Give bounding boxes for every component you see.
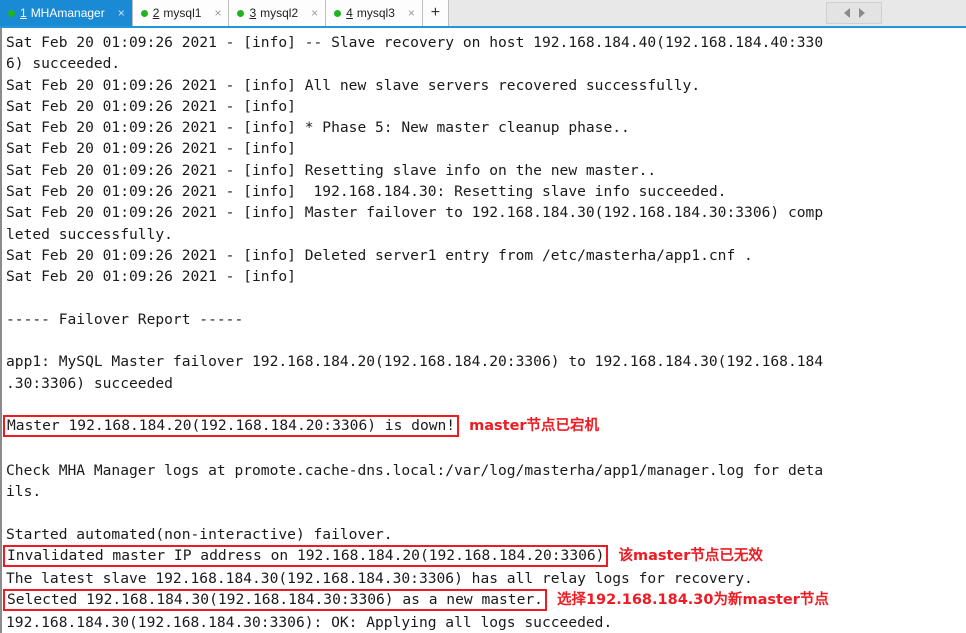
tab-bar: 1 MHAmanager × 2 mysql1 × 3 mysql2 × 4 mysql3 × + xyxy=(0,0,966,28)
tab-nav-next-icon[interactable] xyxy=(858,8,865,18)
tab-index: 1 xyxy=(20,6,27,20)
terminal-line: Check MHA Manager logs at promote.cache-… xyxy=(6,461,824,479)
tab-bar-filler xyxy=(448,0,966,26)
terminal-line: 192.168.184.30(192.168.184.30:3306): OK:… xyxy=(6,614,613,632)
tab-close-icon[interactable]: × xyxy=(211,7,224,19)
terminal-line: The latest slave 192.168.184.30(192.168.… xyxy=(6,569,753,587)
terminal-line: Sat Feb 20 01:09:26 2021 - [info] Resett… xyxy=(6,161,657,179)
tab-nav-buttons[interactable] xyxy=(826,2,882,24)
terminal-line: Sat Feb 20 01:09:26 2021 - [info] All ne… xyxy=(6,76,701,94)
terminal-line: Sat Feb 20 01:09:26 2021 - [info] -- Sla… xyxy=(6,34,824,51)
tab-label: mysql3 xyxy=(356,6,395,20)
terminal-line: ils. xyxy=(6,482,42,500)
annotation-label: 选择192.168.184.30为新master节点 xyxy=(556,592,829,609)
terminal-line: Sat Feb 20 01:09:26 2021 - [info] Master… xyxy=(6,204,824,222)
terminal-highlighted-line: Invalidated master IP address on 192.168… xyxy=(3,544,609,567)
tab-mysql1[interactable]: 2 mysql1 × xyxy=(132,0,230,26)
tab-label: mysql1 xyxy=(163,6,202,20)
tab-close-icon[interactable]: × xyxy=(308,7,321,19)
terminal-line: Sat Feb 20 01:09:26 2021 - [info] 192.16… xyxy=(6,183,727,201)
terminal-line: Sat Feb 20 01:09:26 2021 - [info] xyxy=(6,268,296,286)
terminal-highlight-row: Selected 192.168.184.30(192.168.184.30:3… xyxy=(3,589,966,612)
tabs-container: 1 MHAmanager × 2 mysql1 × 3 mysql2 × 4 mysql3 × xyxy=(0,0,423,26)
tab-mhamanager[interactable]: 1 MHAmanager × xyxy=(0,0,133,26)
tab-mysql3[interactable]: 4 mysql3 × xyxy=(326,0,423,26)
tab-status-dot-icon xyxy=(237,9,245,17)
terminal-line: ----- Failover Report ----- xyxy=(6,310,244,328)
new-tab-plus-icon: + xyxy=(430,4,441,21)
terminal-output[interactable]: Sat Feb 20 01:09:26 2021 - [info] -- Sla… xyxy=(0,28,966,633)
terminal-line: leted successfully. xyxy=(6,225,173,243)
new-tab-button[interactable]: + xyxy=(422,0,449,26)
tab-index: 2 xyxy=(152,6,160,20)
tab-close-icon[interactable]: × xyxy=(115,7,128,19)
tab-status-dot-icon xyxy=(8,9,15,17)
tab-index: 4 xyxy=(346,6,353,20)
tab-index: 3 xyxy=(249,6,257,20)
annotation-label: master节点已宕机 xyxy=(469,418,600,435)
terminal-highlight-row: Master 192.168.184.20(192.168.184.20:330… xyxy=(3,415,966,438)
terminal-highlight-row: Invalidated master IP address on 192.168… xyxy=(3,544,966,568)
tab-mysql2[interactable]: 3 mysql2 × xyxy=(229,0,327,26)
annotation-label: 该master节点已无效 xyxy=(618,547,763,564)
terminal-highlighted-line: Master 192.168.184.20(192.168.184.20:330… xyxy=(3,415,460,438)
terminal-line: .30:3306) succeeded xyxy=(6,374,173,392)
terminal-line: Sat Feb 20 01:09:26 2021 - [info] * Phas… xyxy=(6,119,630,137)
terminal-line: Sat Feb 20 01:09:26 2021 - [info] xyxy=(6,140,296,158)
terminal-line: 6) succeeded. xyxy=(6,55,121,73)
terminal-line: Sat Feb 20 01:09:26 2021 - [info] Delete… xyxy=(6,246,753,264)
terminal-line: app1: MySQL Master failover 192.168.184.… xyxy=(6,353,824,371)
tab-nav-prev-icon[interactable] xyxy=(843,8,850,18)
terminal-highlighted-line: Selected 192.168.184.30(192.168.184.30:3… xyxy=(3,589,547,612)
tab-close-icon[interactable]: × xyxy=(405,7,418,19)
terminal-line: Started automated(non-interactive) failo… xyxy=(6,525,393,543)
tab-label: mysql2 xyxy=(260,6,299,20)
tab-status-dot-icon xyxy=(140,9,148,17)
tab-status-dot-icon xyxy=(334,9,342,17)
terminal-line: Sat Feb 20 01:09:26 2021 - [info] xyxy=(6,97,296,115)
tab-label: MHAmanager xyxy=(30,6,105,20)
